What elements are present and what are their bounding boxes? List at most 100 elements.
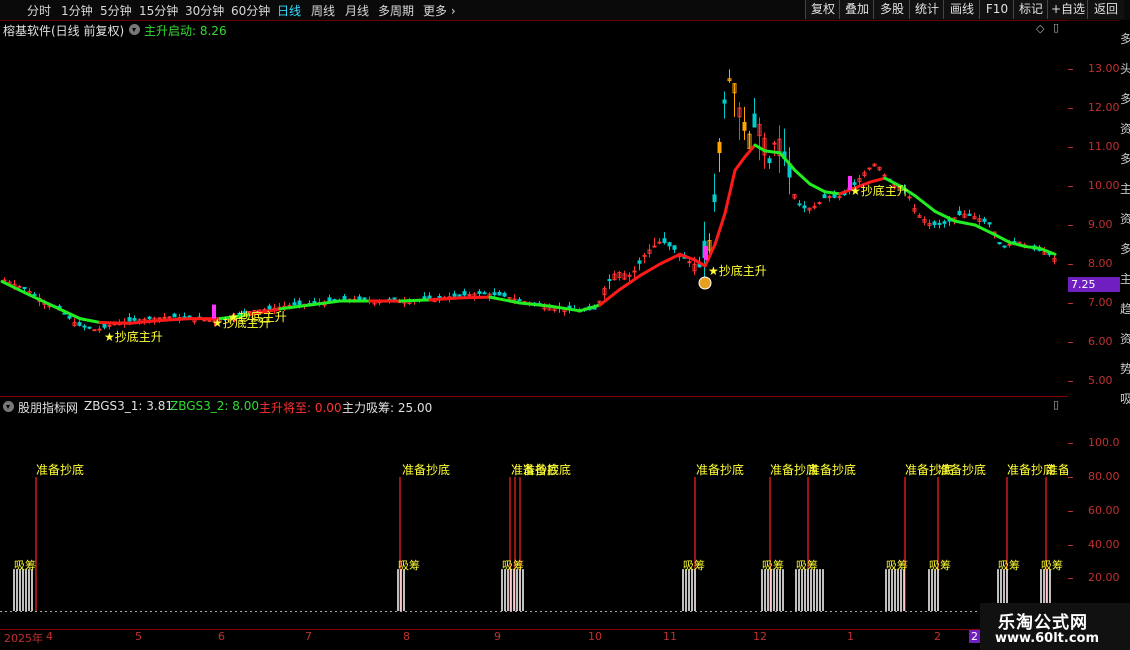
- panel-toggle-icon[interactable]: ▯: [1053, 398, 1059, 411]
- dropdown-icon[interactable]: [3, 401, 14, 412]
- price-axis: 13.00 12.00 11.00 10.00 9.00 8.00 7.00 6…: [1068, 0, 1120, 397]
- candle-body: [642, 254, 647, 257]
- candle-body: [77, 322, 82, 326]
- strip-char: 吸: [1120, 392, 1130, 406]
- candle-body: [102, 323, 107, 328]
- strip-char: 主: [1120, 272, 1130, 286]
- candle-body: [477, 291, 482, 294]
- watermark-url: www.60lt.com: [995, 631, 1100, 646]
- trend-line-segment: [913, 194, 937, 213]
- candle-body: [797, 203, 802, 206]
- buy-signal-label: ★抄底主升: [104, 329, 163, 344]
- indicator-axis-label: 100.0: [1088, 436, 1120, 449]
- candle-body: [127, 317, 132, 322]
- candle-body: [492, 292, 497, 296]
- site-watermark: 乐淘公式网 www.60lt.com: [980, 603, 1130, 650]
- candle-body: [667, 242, 672, 247]
- date-label: 1: [847, 630, 854, 643]
- strip-char: 多: [1120, 92, 1130, 106]
- candle-body: [17, 285, 22, 288]
- candle-body: [932, 221, 937, 226]
- trend-line-segment: [713, 211, 727, 246]
- date-label: 2: [969, 630, 980, 643]
- zbgs3-2-value: ZBGS3_2: 8.00: [170, 399, 260, 413]
- strip-char: 头: [1120, 62, 1130, 76]
- candle-body: [157, 317, 162, 320]
- trend-line-segment: [1023, 244, 1042, 250]
- candle-body: [67, 315, 72, 319]
- candle-body: [742, 121, 747, 131]
- candle-body: [687, 261, 692, 264]
- stock-title: 榕基软件(日线 前复权): [3, 24, 125, 38]
- candle-body: [657, 241, 662, 244]
- dropdown-icon[interactable]: [129, 24, 140, 35]
- candle-body: [457, 294, 462, 297]
- candle-body: [822, 194, 827, 199]
- current-price-tag: 7.25: [1068, 277, 1120, 292]
- candle-body: [357, 296, 362, 301]
- trend-line-segment: [763, 149, 782, 155]
- candle-body: [942, 221, 947, 224]
- candlestick-chart[interactable]: ★抄底主升★抄底主升★抄底主升★抄底主升★抄底主升 准备抄底 准备抄底 准备抄底准备…: [0, 0, 1068, 630]
- trend-line-segment: [638, 262, 662, 278]
- date-label: 7: [305, 630, 312, 643]
- candle-body: [462, 291, 467, 296]
- date-label: 6: [218, 630, 225, 643]
- absorb-signal-label: 吸筹: [14, 558, 36, 572]
- candle-body: [867, 167, 872, 170]
- price-axis-label: 12.00: [1088, 101, 1120, 114]
- absorb-signal-label: 吸筹: [1041, 558, 1063, 572]
- main-rise-coming-value: 主升将至: 0.00: [259, 401, 342, 415]
- prepare-signal-label: 准备抄底: [1046, 462, 1068, 477]
- candle-body: [752, 113, 757, 128]
- candle-body: [292, 302, 297, 306]
- coin-icon: [698, 276, 712, 290]
- trend-line-segment: [993, 233, 1012, 245]
- candle-body: [342, 296, 347, 301]
- candle-body: [172, 313, 177, 318]
- candle-body: [267, 305, 272, 310]
- candle-body: [22, 286, 27, 290]
- trend-line-segment: [933, 209, 957, 223]
- candle-body: [97, 328, 102, 331]
- absorb-signal-label: 吸筹: [762, 558, 784, 572]
- date-label: 10: [588, 630, 602, 643]
- right-info-strip: 多 头 多 资 多 主 资 多 主 趋 资 势 吸: [1120, 20, 1130, 630]
- candle-body: [482, 292, 487, 295]
- trend-line-segment: [823, 190, 842, 196]
- candle-body: [147, 316, 152, 320]
- prepare-signal-label: 准备抄底: [696, 462, 744, 477]
- date-label: 8: [403, 630, 410, 643]
- chart-header: 榕基软件(日线 前复权) 主升启动: 8.26 ◇ ▯: [0, 20, 1068, 38]
- trend-line-segment: [733, 155, 747, 172]
- price-axis-label: 9.00: [1088, 218, 1113, 231]
- candle-body: [632, 270, 637, 273]
- trend-line-segment: [973, 223, 997, 237]
- candle-body: [82, 325, 87, 328]
- strip-char: 多: [1120, 32, 1130, 46]
- candle-body: [652, 245, 657, 248]
- trend-line-segment: [678, 252, 697, 262]
- candle-body: [207, 319, 212, 322]
- absorb-signal-label: 吸筹: [886, 558, 908, 572]
- candle-body: [452, 293, 457, 297]
- candle-body: [967, 213, 972, 216]
- price-axis-label: 11.00: [1088, 140, 1120, 153]
- candle-body: [297, 300, 302, 305]
- trend-line-segment: [723, 168, 737, 215]
- trend-line-segment: [398, 298, 432, 303]
- buy-signal-label: ★抄底主升: [228, 309, 287, 324]
- date-label: 9: [494, 630, 501, 643]
- indicator-axis-label: 20.00: [1088, 571, 1120, 584]
- trend-line-segment: [793, 168, 812, 186]
- panel-toggle-icon[interactable]: ▯: [1053, 21, 1059, 34]
- absorb-signal-label: 吸筹: [796, 558, 818, 572]
- candle-body: [982, 218, 987, 222]
- price-axis-label: 6.00: [1088, 335, 1113, 348]
- prepare-signal-label: 准备抄底: [808, 462, 856, 477]
- magenta-signal-bar: [704, 246, 708, 261]
- candle-body: [717, 141, 722, 154]
- absorb-signal-label: 吸筹: [683, 558, 705, 572]
- diamond-icon[interactable]: ◇: [1036, 22, 1044, 35]
- trend-line-segment: [458, 295, 492, 300]
